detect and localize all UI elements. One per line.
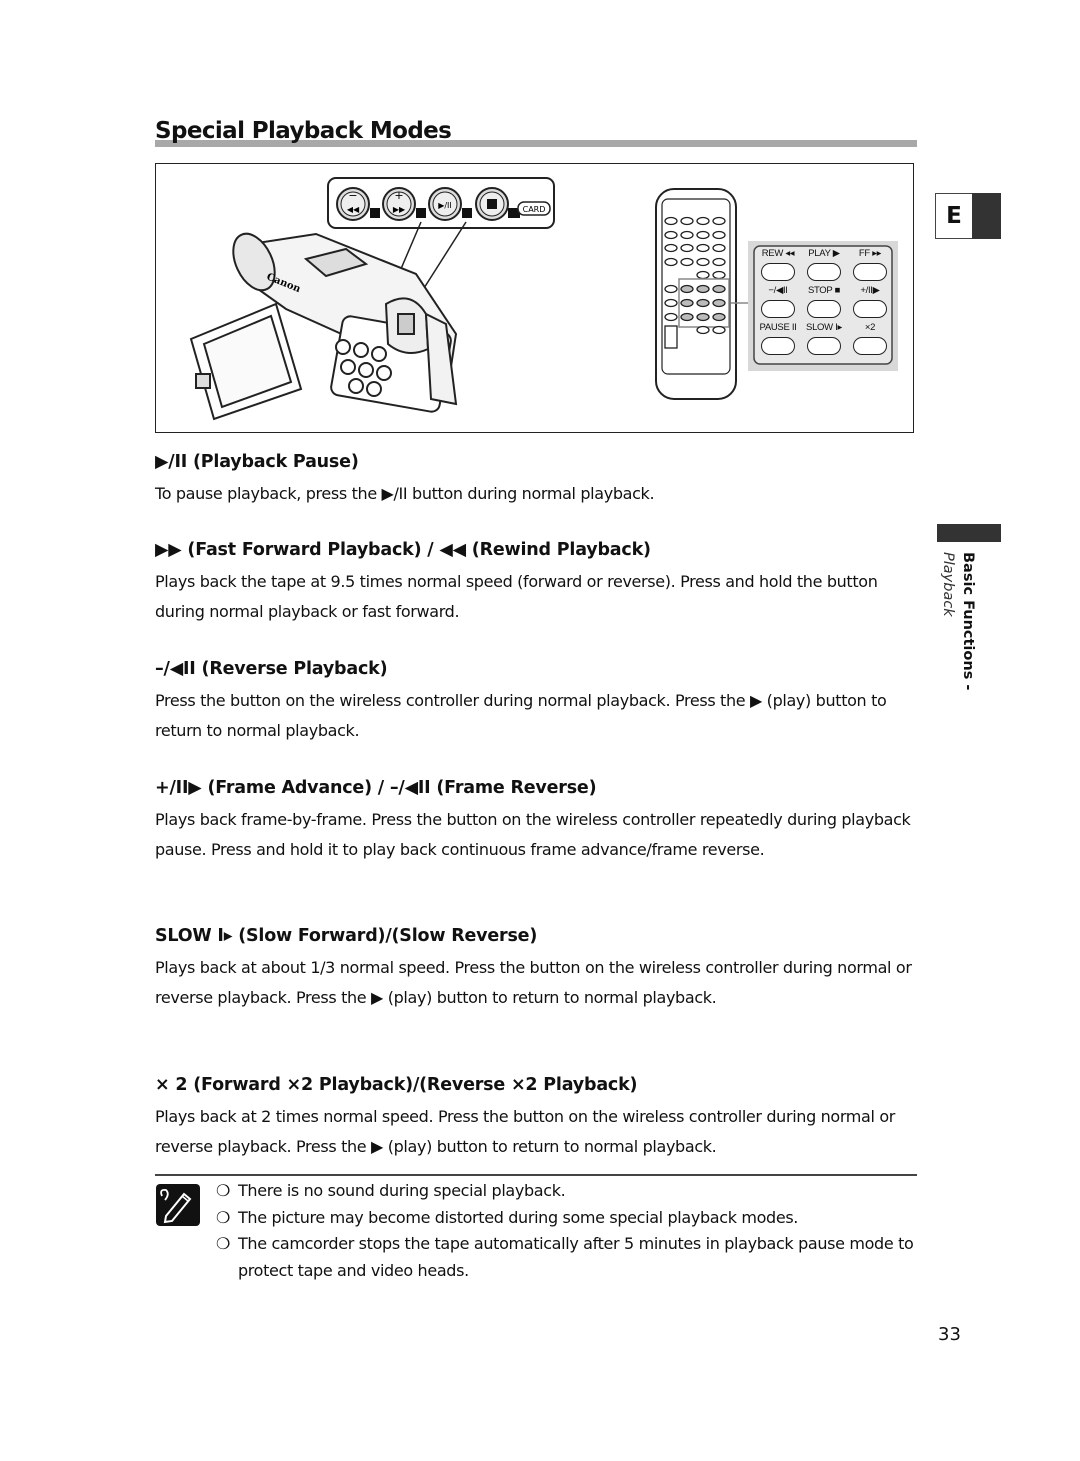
note-item: ❍ The picture may become distorted during… xyxy=(216,1205,916,1232)
note-item: ❍ There is no sound during special playba… xyxy=(216,1178,916,1205)
button-symbol-icon: +/II▶ xyxy=(155,778,202,798)
section-marker-bar xyxy=(937,524,1001,542)
section-body: Plays back the tape at 9.5 times normal … xyxy=(155,572,878,621)
rewind-icon: ◀◀ xyxy=(347,205,360,214)
section-heading: ▶/II (Playback Pause) xyxy=(155,452,359,472)
button-symbol-icon: ▶/II xyxy=(155,452,188,472)
language-tab: E xyxy=(935,193,1001,239)
remote-button-label: FF ▸▸ xyxy=(858,248,882,259)
remote-pause-button: PAUSE II xyxy=(756,322,800,355)
language-tab-label: E xyxy=(935,193,973,239)
section-heading-text: (Playback Pause) xyxy=(187,452,359,472)
remote-button-label: ×2 xyxy=(864,322,876,333)
remote-ff-button: FF ▸▸ xyxy=(848,248,892,281)
button-symbol-icon: ▶▶ xyxy=(155,540,182,560)
notes-list: ❍ There is no sound during special playba… xyxy=(216,1178,916,1284)
camcorder-ff-button: + ▶▶ xyxy=(382,187,416,221)
remote-button-label: PLAY ▶ xyxy=(808,248,840,259)
remote-button-label: PAUSE II xyxy=(759,322,797,333)
section-body: Press the button on the wireless control… xyxy=(155,691,887,740)
section-body: To pause playback, press the ▶/II button… xyxy=(155,484,655,503)
remote-rew-button: REW ◂◂ xyxy=(756,248,800,281)
stop-icon xyxy=(487,199,497,209)
notes-divider xyxy=(155,1174,917,1176)
remote-x2-button: ×2 xyxy=(848,322,892,355)
button-symbol-icon: SLOW I▸ xyxy=(155,926,233,946)
play-pause-icon: ▶/II xyxy=(438,201,452,210)
button-symbol-icon: × 2 xyxy=(155,1075,188,1095)
side-label-chapter: Basic Functions - xyxy=(960,552,976,691)
section-body: Plays back at 2 times normal speed. Pres… xyxy=(155,1107,895,1156)
section-heading-text: (Reverse Playback) xyxy=(195,659,388,679)
note-item: ❍ The camcorder stops the tape automatica… xyxy=(216,1231,916,1284)
card-label: CARD xyxy=(523,205,546,214)
section-body: Plays back frame-by-frame. Press the but… xyxy=(155,810,911,859)
camcorder-rewind-button: − ◀◀ xyxy=(336,187,370,221)
page-number: 33 xyxy=(938,1324,961,1345)
illustration-figure: − ◀◀ + ▶▶ ▶/II CARD Canon REW ◂◂ PLAY ▶ … xyxy=(155,163,914,433)
camcorder-stop-button xyxy=(475,187,509,221)
pencil-note-icon xyxy=(156,1184,200,1226)
bullet-icon: ❍ xyxy=(216,1234,230,1253)
section-heading: SLOW I▸ (Slow Forward)/(Slow Reverse) xyxy=(155,926,537,946)
camcorder-play-pause-button: ▶/II xyxy=(428,187,462,221)
section-heading: × 2 (Forward ×2 Playback)/(Reverse ×2 Pl… xyxy=(155,1075,638,1095)
section-heading-text: (Slow Forward)/(Slow Reverse) xyxy=(232,926,538,946)
bullet-icon: ❍ xyxy=(216,1207,230,1227)
remote-play-button: PLAY ▶ xyxy=(802,248,846,281)
camcorder-button-panel: − ◀◀ + ▶▶ ▶/II CARD xyxy=(327,177,555,229)
remote-button-label: STOP ■ xyxy=(807,285,841,296)
button-symbol-icon: –/◀II xyxy=(155,659,196,679)
remote-stop-button: STOP ■ xyxy=(802,285,846,318)
section-heading-text: (Forward ×2 Playback)/(Reverse ×2 Playba… xyxy=(187,1075,638,1095)
remote-button-label: −/◀II xyxy=(768,285,788,296)
section-heading-text: (Frame Advance) / –/◀II (Frame Reverse) xyxy=(201,778,597,798)
remote-reverse-button: −/◀II xyxy=(756,285,800,318)
section-heading: +/II▶ (Frame Advance) / –/◀II (Frame Rev… xyxy=(155,778,597,798)
fast-forward-icon: ▶▶ xyxy=(393,205,406,214)
remote-button-panel: REW ◂◂ PLAY ▶ FF ▸▸ −/◀II STOP ■ +/II▶ PAUSE I… xyxy=(756,248,892,364)
remote-button-label: REW ◂◂ xyxy=(761,248,795,259)
section-heading: ▶▶ (Fast Forward Playback) / ◀◀ (Rewind … xyxy=(155,540,651,560)
remote-button-label: SLOW I▸ xyxy=(806,322,842,333)
camcorder-drawing xyxy=(189,232,458,421)
page-title-block: Special Playback Modes xyxy=(155,118,917,150)
section-side-label: Basic Functions - Playback xyxy=(928,552,1008,702)
remote-frame-advance-button: +/II▶ xyxy=(848,285,892,318)
language-tab-marker xyxy=(972,193,1001,239)
svg-text:−: − xyxy=(348,189,357,202)
section-body: Plays back at about 1/3 normal speed. Pr… xyxy=(155,958,912,1007)
remote-slow-button: SLOW I▸ xyxy=(802,322,846,355)
side-label-topic: Playback xyxy=(940,552,956,617)
remote-button-label: +/II▶ xyxy=(860,285,880,296)
page-title: Special Playback Modes xyxy=(155,118,452,144)
bullet-icon: ❍ xyxy=(216,1181,230,1200)
section-heading: –/◀II (Reverse Playback) xyxy=(155,659,388,679)
svg-text:+: + xyxy=(394,189,403,202)
section-heading-text: (Fast Forward Playback) / ◀◀ (Rewind Pla… xyxy=(181,540,651,560)
